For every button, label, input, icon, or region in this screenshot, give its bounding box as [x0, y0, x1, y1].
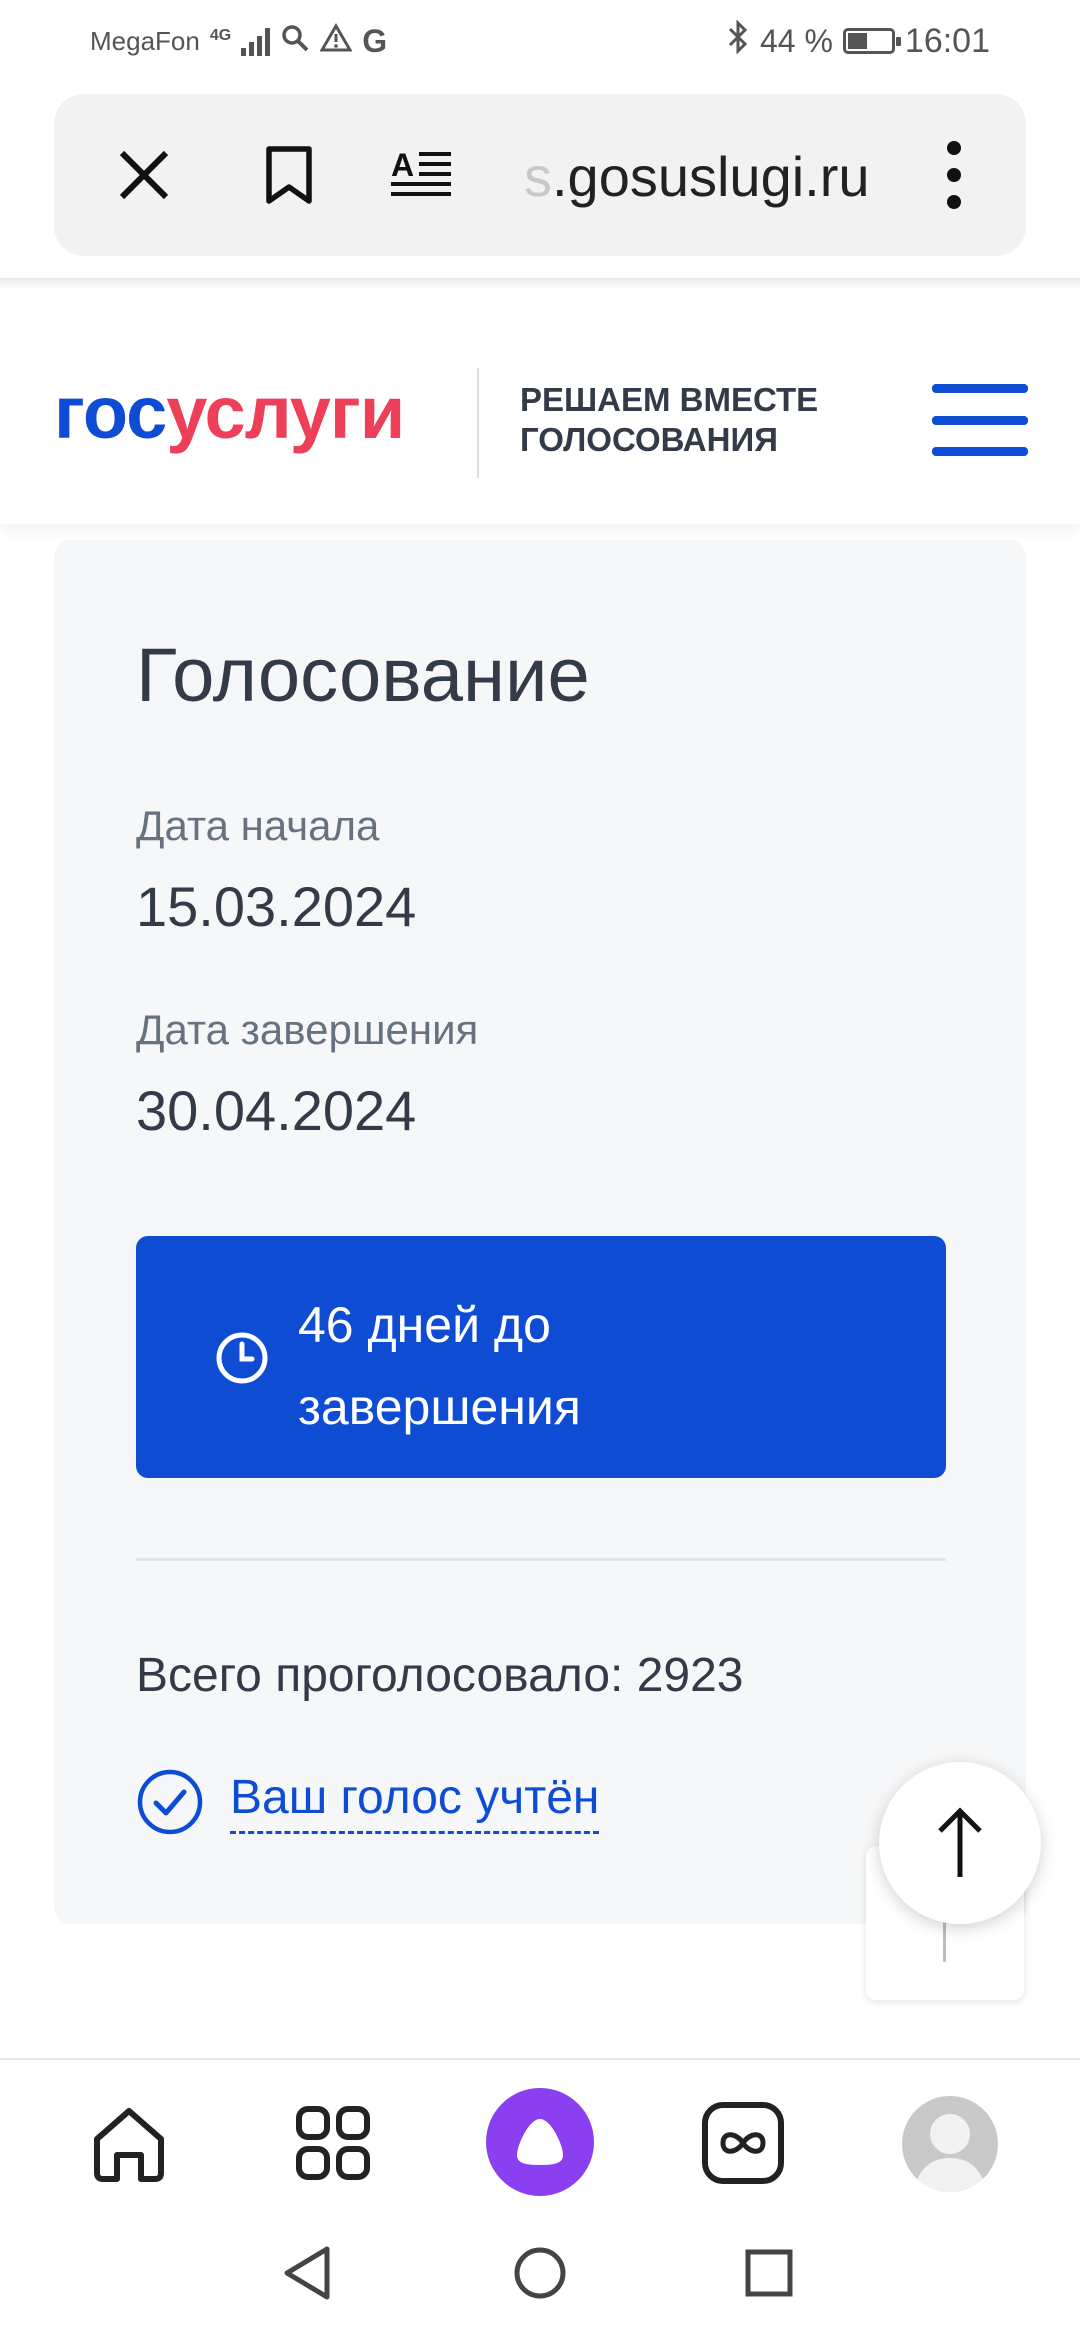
end-date-label: Дата завершения [136, 1006, 479, 1053]
home-nav-button[interactable] [505, 2238, 575, 2308]
status-bar: MegaFon 4G G 44 % 16:01 [0, 0, 1080, 82]
logo-part-gos: гос [54, 371, 167, 454]
arrow-up-icon [938, 1807, 982, 1877]
clock: 16:01 [904, 21, 990, 60]
vote-counted-link[interactable]: Ваш голос учтён [230, 1770, 600, 1834]
android-navigation-bar [0, 2200, 1080, 2340]
bluetooth-icon [726, 19, 750, 62]
toolbar-shadow [0, 278, 1080, 288]
svg-text:A: A [391, 147, 414, 183]
google-icon: G [362, 22, 388, 59]
battery-percent: 44 % [759, 22, 833, 59]
apps-button[interactable] [278, 2088, 388, 2198]
clock-icon [216, 1332, 268, 1384]
back-icon [284, 2246, 330, 2300]
start-date-value: 15.03.2024 [136, 875, 417, 938]
logo-part-uslugi: услуги [166, 371, 405, 454]
home-icon [94, 2108, 164, 2182]
reader-mode-button[interactable]: A [376, 130, 466, 220]
browser-bottom-nav [0, 2058, 1080, 2196]
avatar-silhouette-icon [914, 2114, 986, 2192]
check-circle-icon [137, 1769, 203, 1835]
site-header: госуслуги РЕШАЕМ ВМЕСТЕ ГОЛОСОВАНИЯ [0, 288, 1080, 524]
browser-toolbar: A s.gosuslugi.ru [54, 94, 1026, 256]
bookmark-button[interactable] [244, 130, 334, 220]
home-circle-icon [514, 2247, 566, 2299]
alice-assistant-button[interactable] [486, 2088, 594, 2196]
days-remaining-banner: 46 дней до завершения [136, 1236, 946, 1478]
recents-button[interactable] [734, 2238, 804, 2308]
start-date-label: Дата начала [136, 802, 380, 849]
total-votes: Всего проголосовало: 2923 [136, 1649, 744, 1702]
gosuslugi-logo[interactable]: госуслуги [54, 376, 405, 450]
tabs-button[interactable] [688, 2088, 798, 2198]
more-vert-icon [947, 141, 961, 209]
apps-grid-icon [296, 2106, 370, 2180]
status-left: MegaFon 4G G [90, 23, 387, 60]
back-button[interactable] [272, 2238, 342, 2308]
battery-icon [842, 28, 901, 54]
header-tagline[interactable]: РЕШАЕМ ВМЕСТЕ ГОЛОСОВАНИЯ [520, 380, 880, 460]
recents-icon [745, 2249, 793, 2297]
days-remaining-text: 46 дней до завершения [298, 1297, 581, 1435]
scroll-to-top-button[interactable] [879, 1762, 1041, 1924]
profile-avatar[interactable] [902, 2096, 998, 2192]
vote-status-row: Ваш голос учтён [136, 1768, 600, 1836]
signal-icon [241, 26, 271, 56]
status-right: 44 % 16:01 [726, 19, 990, 62]
url-prefix: s [524, 145, 552, 208]
voting-title: Голосование [136, 633, 590, 718]
home-button[interactable] [74, 2088, 184, 2198]
bookmark-icon [266, 146, 312, 204]
end-date-value: 30.04.2024 [136, 1079, 417, 1142]
url-domain: .gosuslugi.ru [552, 145, 870, 208]
widget-bar [943, 1916, 946, 1962]
address-bar[interactable]: s.gosuslugi.ru [524, 144, 870, 209]
close-tab-button[interactable] [99, 130, 189, 220]
card-divider [136, 1558, 946, 1561]
close-icon [119, 150, 169, 200]
more-options-button[interactable] [909, 130, 999, 220]
reader-mode-icon: A [391, 147, 451, 196]
hamburger-menu-icon[interactable] [932, 384, 1028, 456]
warning-icon [319, 22, 353, 60]
alice-assistant-icon [517, 2119, 563, 2165]
search-icon [280, 23, 310, 60]
header-divider [477, 368, 479, 478]
carrier-label: MegaFon [90, 25, 200, 56]
infinity-icon [702, 2102, 784, 2184]
voting-card: Голосование Дата начала 15.03.2024 Дата … [54, 540, 1026, 1924]
network-type: 4G [209, 27, 232, 44]
